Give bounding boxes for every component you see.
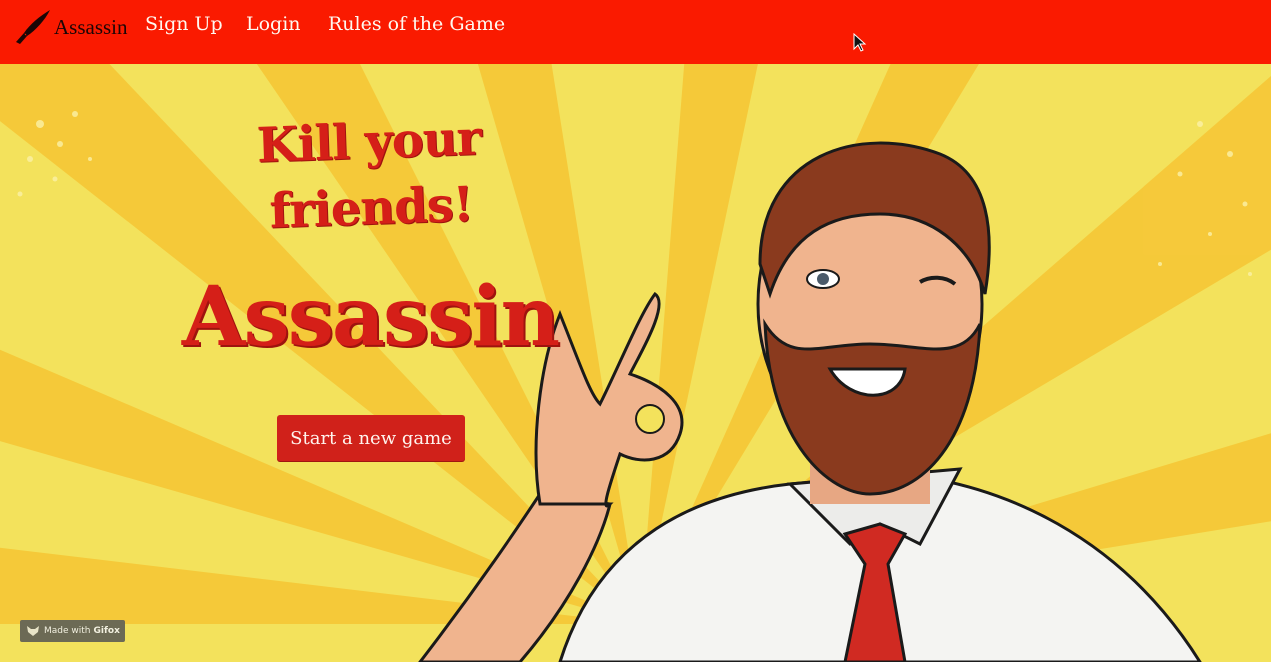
brand-link[interactable]: Assassin	[12, 6, 128, 48]
top-navbar: Assassin Sign Up Login Rules of the Game	[0, 0, 1271, 64]
gifox-watermark: Made with Gifox	[20, 620, 125, 642]
hero-section: Kill your friends! Assassin Start a new …	[0, 64, 1271, 662]
nav-login-link[interactable]: Login	[246, 13, 301, 35]
watermark-brand: Gifox	[93, 626, 120, 636]
knife-icon	[16, 10, 50, 44]
brand-name: Assassin	[54, 14, 128, 39]
hero-tagline: Kill your friends!	[228, 104, 512, 246]
nav-rules-link[interactable]: Rules of the Game	[328, 13, 505, 35]
mouse-cursor-icon	[853, 33, 867, 52]
fox-icon	[27, 626, 39, 636]
hero-title: Assassin	[181, 269, 560, 365]
watermark-prefix: Made with	[44, 626, 91, 636]
start-new-game-button[interactable]: Start a new game	[277, 415, 465, 461]
tagline-line-1: Kill your	[255, 110, 482, 174]
tagline-line-2: friends!	[268, 176, 474, 240]
nav-sign-up-link[interactable]: Sign Up	[145, 13, 223, 35]
